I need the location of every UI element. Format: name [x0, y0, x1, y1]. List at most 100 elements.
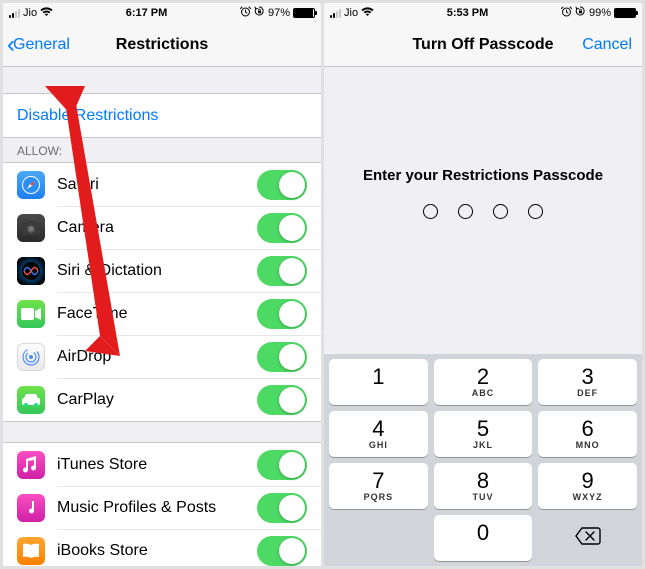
key-number: 2	[477, 366, 489, 388]
toggle-switch[interactable]	[257, 385, 307, 415]
keypad-key-4[interactable]: 4GHI	[329, 411, 428, 457]
passcode-dot	[528, 204, 543, 219]
app-row-music: Music Profiles & Posts	[3, 486, 321, 529]
disable-restrictions-button[interactable]: Disable Restrictions	[3, 94, 321, 137]
carrier-label: Jio	[344, 7, 358, 19]
allow-header: ALLOW:	[3, 138, 321, 162]
keypad-key-2[interactable]: 2ABC	[434, 359, 533, 405]
carrier-label: Jio	[23, 7, 37, 19]
cancel-button[interactable]: Cancel	[582, 36, 632, 54]
app-label: CarPlay	[57, 391, 257, 409]
backspace-icon	[575, 525, 601, 551]
clock: 6:17 PM	[126, 7, 168, 19]
orientation-lock-icon	[575, 6, 586, 20]
toggle-switch[interactable]	[257, 493, 307, 523]
key-number: 9	[582, 470, 594, 492]
signal-icon	[9, 9, 20, 18]
key-letters: TUV	[472, 492, 493, 502]
passcode-dot	[458, 204, 473, 219]
status-bar: Jio 5:53 PM 99%	[324, 3, 642, 23]
key-number: 6	[582, 418, 594, 440]
app-row-safari: Safari	[3, 163, 321, 206]
key-letters: GHI	[369, 440, 388, 450]
keypad-blank	[329, 515, 428, 561]
key-letters: WXYZ	[573, 492, 603, 502]
settings-list[interactable]: Disable Restrictions ALLOW: SafariCamera…	[3, 67, 321, 566]
passcode-prompt: Enter your Restrictions Passcode	[324, 167, 642, 184]
app-row-airdrop: AirDrop	[3, 335, 321, 378]
left-screenshot: Jio 6:17 PM 97% ‹ General Restrictions	[3, 3, 321, 566]
key-letters: MNO	[576, 440, 600, 450]
camera-icon	[17, 214, 45, 242]
app-row-carplay: CarPlay	[3, 378, 321, 421]
app-label: AirDrop	[57, 348, 257, 366]
safari-icon	[17, 171, 45, 199]
battery-percent: 97%	[268, 7, 290, 19]
keypad-key-0[interactable]: 0	[434, 515, 533, 561]
battery-icon	[614, 8, 636, 18]
key-letters: ABC	[472, 388, 495, 398]
toggle-switch[interactable]	[257, 342, 307, 372]
key-letters: DEF	[577, 388, 598, 398]
toggle-switch[interactable]	[257, 450, 307, 480]
toggle-switch[interactable]	[257, 256, 307, 286]
app-label: iTunes Store	[57, 456, 257, 474]
app-row-facetime: FaceTime	[3, 292, 321, 335]
toggle-switch[interactable]	[257, 170, 307, 200]
keypad-key-7[interactable]: 7PQRS	[329, 463, 428, 509]
page-title: Turn Off Passcode	[412, 36, 553, 54]
passcode-area: Enter your Restrictions Passcode 1 2ABC3…	[324, 67, 642, 566]
key-letters: JKL	[473, 440, 493, 450]
back-label: General	[13, 36, 70, 54]
key-number: 0	[477, 522, 489, 544]
airdrop-icon	[17, 343, 45, 371]
orientation-lock-icon	[254, 6, 265, 20]
carplay-icon	[17, 386, 45, 414]
app-label: Music Profiles & Posts	[57, 499, 257, 517]
numeric-keypad: 1 2ABC3DEF4GHI5JKL6MNO7PQRS8TUV9WXYZ0	[324, 354, 642, 566]
battery-percent: 99%	[589, 7, 611, 19]
wifi-icon	[40, 6, 53, 20]
key-number: 4	[372, 418, 384, 440]
page-title: Restrictions	[116, 36, 208, 54]
itunes-icon	[17, 451, 45, 479]
key-number: 5	[477, 418, 489, 440]
nav-bar: Turn Off Passcode Cancel	[324, 23, 642, 67]
passcode-dot	[423, 204, 438, 219]
keypad-key-3[interactable]: 3DEF	[538, 359, 637, 405]
wifi-icon	[361, 6, 374, 20]
disable-restrictions-label: Disable Restrictions	[17, 107, 158, 125]
keypad-key-1[interactable]: 1	[329, 359, 428, 405]
keypad-delete-button[interactable]	[538, 515, 637, 561]
key-number: 8	[477, 470, 489, 492]
back-button[interactable]: ‹ General	[7, 33, 70, 57]
battery-icon	[293, 8, 315, 18]
app-label: FaceTime	[57, 305, 257, 323]
app-row-siri: Siri & Dictation	[3, 249, 321, 292]
keypad-key-6[interactable]: 6MNO	[538, 411, 637, 457]
ibooks-icon	[17, 537, 45, 565]
signal-icon	[330, 9, 341, 18]
music-icon	[17, 494, 45, 522]
right-screenshot: Jio 5:53 PM 99% Turn Off Passcode Cancel…	[324, 3, 642, 566]
toggle-switch[interactable]	[257, 536, 307, 566]
key-number: 1	[372, 366, 384, 388]
siri-icon	[17, 257, 45, 285]
passcode-dot	[493, 204, 508, 219]
passcode-dots	[324, 204, 642, 219]
toggle-switch[interactable]	[257, 213, 307, 243]
app-label: iBooks Store	[57, 542, 257, 560]
keypad-key-5[interactable]: 5JKL	[434, 411, 533, 457]
facetime-icon	[17, 300, 45, 328]
keypad-key-8[interactable]: 8TUV	[434, 463, 533, 509]
app-label: Siri & Dictation	[57, 262, 257, 280]
alarm-icon	[561, 6, 572, 20]
key-number: 7	[372, 470, 384, 492]
status-bar: Jio 6:17 PM 97%	[3, 3, 321, 23]
app-row-ibooks: iBooks Store	[3, 529, 321, 566]
app-label: Safari	[57, 176, 257, 194]
key-number: 3	[582, 366, 594, 388]
keypad-key-9[interactable]: 9WXYZ	[538, 463, 637, 509]
toggle-switch[interactable]	[257, 299, 307, 329]
nav-bar: ‹ General Restrictions	[3, 23, 321, 67]
